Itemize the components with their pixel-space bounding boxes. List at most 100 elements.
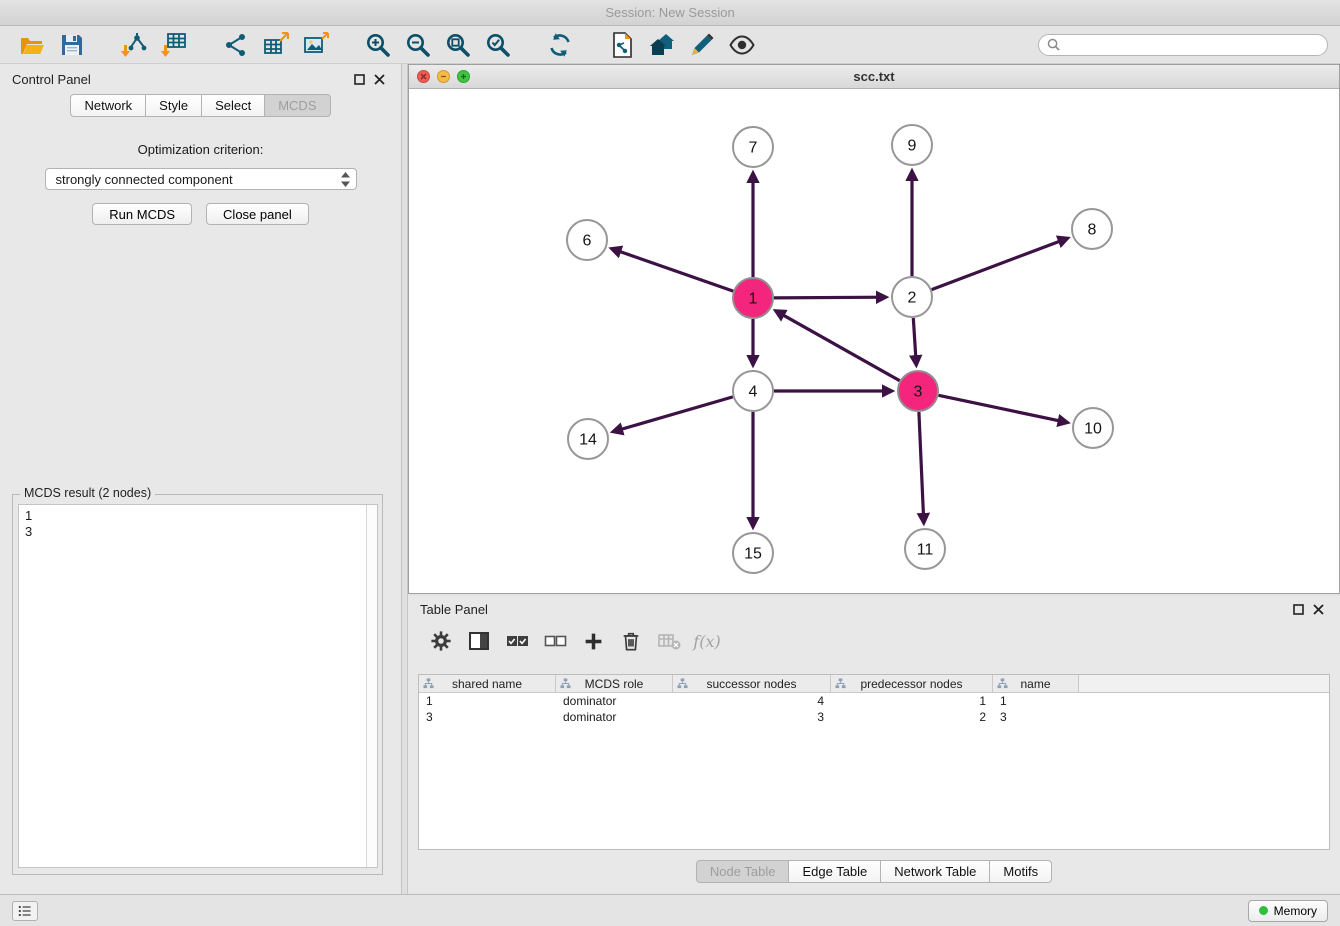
unchecked-boxes-icon [544,630,567,652]
table-cell[interactable]: 2 [831,710,993,724]
table-cell[interactable]: 1 [993,694,1079,708]
tab-select[interactable]: Select [202,94,265,117]
graph-edge[interactable] [919,412,924,523]
column-label: MCDS role [585,677,644,691]
network-window-titlebar[interactable]: scc.txt [409,65,1339,89]
graph-edge[interactable] [939,395,1068,422]
node-table: shared name MCDS role successor nodes pr… [418,674,1330,850]
sort-icon [835,678,846,689]
maximize-window-button[interactable] [457,70,470,83]
column-header-mcds-role[interactable]: MCDS role [556,675,673,692]
homes-icon [649,32,675,58]
export-network-button[interactable] [216,29,256,61]
table-cell[interactable]: 3 [673,710,831,724]
float-panel-button[interactable] [349,69,369,89]
columns-icon [468,630,490,652]
run-mcds-button[interactable]: Run MCDS [92,203,192,225]
table-cell[interactable]: 1 [831,694,993,708]
tab-network[interactable]: Network [70,94,146,117]
column-header-shared-name[interactable]: shared name [419,675,556,692]
graph-node-label: 8 [1088,222,1097,239]
show-columns-button[interactable] [464,627,494,655]
style-wand-button[interactable] [682,29,722,61]
column-label: predecessor nodes [860,677,962,691]
network-overview-button[interactable] [642,29,682,61]
zoom-out-icon [405,32,431,58]
graph-edge[interactable] [776,311,900,381]
column-header-successor-nodes[interactable]: successor nodes [673,675,831,692]
mcds-result-groupbox: MCDS result (2 nodes) 1 3 [12,494,383,875]
delete-column-button[interactable] [616,627,646,655]
zoom-out-button[interactable] [398,29,438,61]
table-cell[interactable]: dominator [556,710,673,724]
float-table-panel-button[interactable] [1288,599,1308,619]
optimization-criterion-select[interactable]: strongly connected component [45,168,357,190]
table-cell[interactable]: 1 [419,694,556,708]
sort-icon [677,678,688,689]
zoom-selected-icon [485,32,511,58]
close-window-button[interactable] [417,70,430,83]
select-all-columns-button[interactable] [502,627,532,655]
table-row[interactable]: 3 dominator 3 2 3 [419,709,1329,725]
network-canvas[interactable]: 7968124314101511 [409,89,1339,593]
close-panel-action-button[interactable]: Close panel [206,203,309,225]
new-network-from-selection-button[interactable] [602,29,642,61]
zoom-selected-button[interactable] [478,29,518,61]
table-settings-button[interactable] [426,627,456,655]
column-header-predecessor-nodes[interactable]: predecessor nodes [831,675,993,692]
minimize-window-button[interactable] [437,70,450,83]
import-network-button[interactable] [114,29,154,61]
table-cell[interactable]: 3 [419,710,556,724]
checked-boxes-icon [506,630,529,652]
memory-button[interactable]: Memory [1248,900,1328,922]
graph-edge[interactable] [774,297,886,298]
table-cell[interactable]: dominator [556,694,673,708]
result-scrollbar[interactable] [366,505,377,867]
import-table-button[interactable] [154,29,194,61]
main-toolbar [0,26,1340,64]
column-label: shared name [452,677,522,691]
table-cell[interactable]: 4 [673,694,831,708]
mcds-result-list[interactable]: 1 3 [18,504,378,868]
tab-style[interactable]: Style [146,94,202,117]
column-header-name[interactable]: name [993,675,1079,692]
delete-table-icon [657,630,681,652]
close-panel-button[interactable] [369,69,389,89]
graph-edge[interactable] [913,318,916,365]
graph-edge[interactable] [932,238,1068,289]
sort-icon [423,678,434,689]
table-row[interactable]: 1 dominator 4 1 1 [419,693,1329,709]
graph-edge[interactable] [612,249,734,292]
export-table-button[interactable] [256,29,296,61]
export-image-icon [303,32,329,58]
close-table-panel-button[interactable] [1308,599,1328,619]
search-icon [1047,38,1060,51]
search-box[interactable] [1038,34,1328,56]
wand-icon [689,32,715,58]
deselect-all-columns-button[interactable] [540,627,570,655]
tab-edge-table[interactable]: Edge Table [789,860,881,883]
function-builder-button[interactable]: f(x) [692,627,722,655]
refresh-button[interactable] [540,29,580,61]
zoom-in-button[interactable] [358,29,398,61]
search-input[interactable] [1065,38,1319,52]
delete-table-button[interactable] [654,627,684,655]
table-panel-tabs: Node Table Edge Table Network Table Moti… [408,860,1340,883]
open-file-button[interactable] [12,29,52,61]
table-cell[interactable]: 3 [993,710,1079,724]
tab-mcds[interactable]: MCDS [265,94,330,117]
tab-network-table[interactable]: Network Table [881,860,990,883]
graph-edge[interactable] [613,397,733,432]
task-history-button[interactable] [12,901,38,921]
export-image-button[interactable] [296,29,336,61]
tab-node-table[interactable]: Node Table [696,860,790,883]
graphics-details-button[interactable] [722,29,762,61]
share-network-icon [223,32,249,58]
zoom-fit-button[interactable] [438,29,478,61]
graph-node-label: 1 [749,291,758,308]
tab-motifs[interactable]: Motifs [990,860,1052,883]
minimize-icon [440,73,447,80]
save-session-button[interactable] [52,29,92,61]
table-panel-header: Table Panel [408,596,1340,622]
add-column-button[interactable] [578,627,608,655]
